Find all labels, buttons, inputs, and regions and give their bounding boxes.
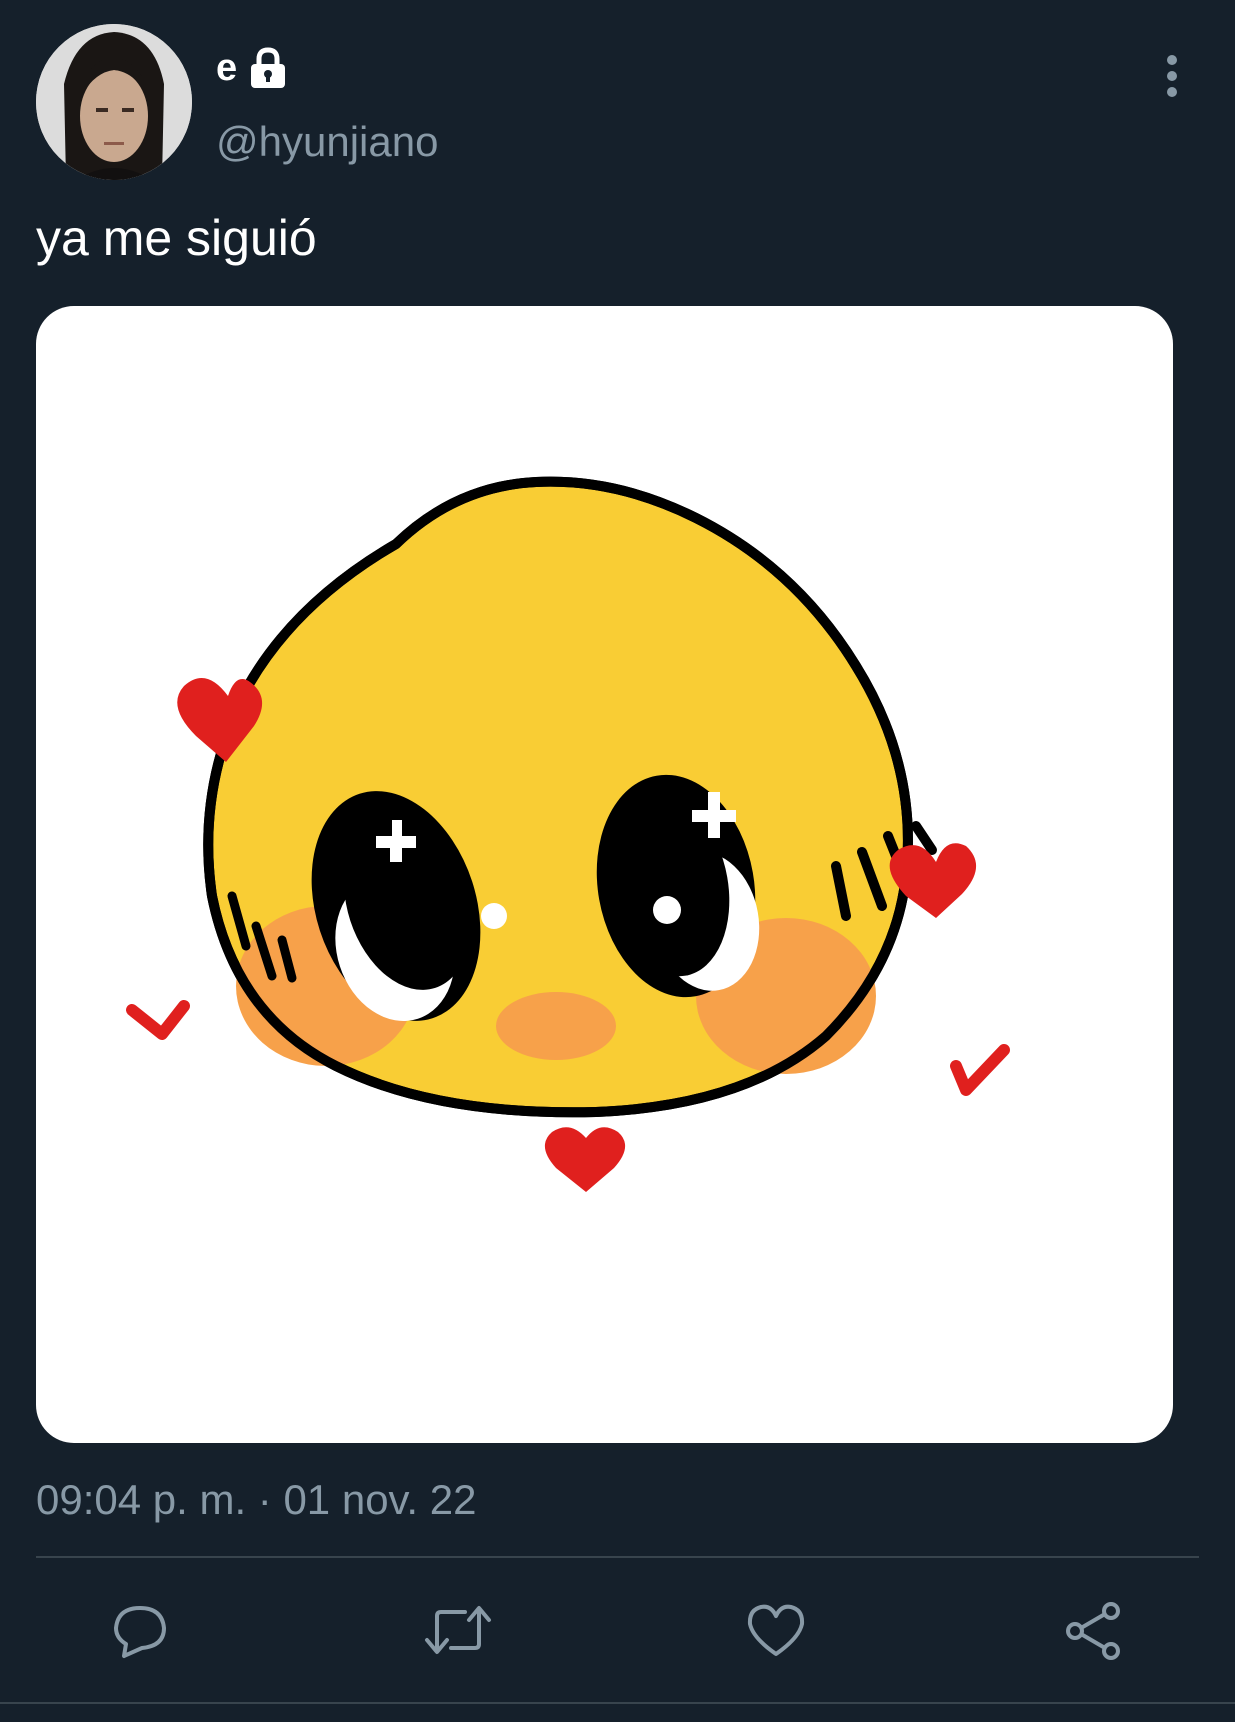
speech-bubble-icon bbox=[114, 1606, 166, 1658]
share-button[interactable] bbox=[1056, 1592, 1132, 1668]
retweet-button[interactable] bbox=[420, 1592, 496, 1668]
divider bbox=[36, 1556, 1199, 1558]
like-button[interactable] bbox=[738, 1592, 814, 1668]
tweet-text: ya me siguió bbox=[36, 210, 317, 266]
display-name-text: e bbox=[216, 47, 238, 89]
profile-photo bbox=[36, 24, 192, 180]
pleading-face-emoji-image bbox=[126, 476, 1010, 1192]
tweet-media-image[interactable] bbox=[36, 306, 1173, 1443]
user-handle[interactable]: @hyunjiano bbox=[216, 116, 438, 168]
share-icon bbox=[1066, 1602, 1120, 1660]
bottom-divider bbox=[0, 1702, 1235, 1704]
avatar[interactable] bbox=[36, 24, 192, 180]
tweet-timestamp[interactable]: 09:04 p. m. · 01 nov. 22 bbox=[36, 1472, 477, 1528]
tweet-actions-bar bbox=[0, 1592, 1235, 1668]
heart-icon bbox=[747, 1604, 805, 1656]
display-name[interactable]: e bbox=[216, 44, 291, 92]
more-options-icon[interactable] bbox=[1148, 48, 1196, 104]
reply-button[interactable] bbox=[102, 1592, 178, 1668]
lock-icon bbox=[245, 45, 291, 91]
retweet-icon bbox=[425, 1606, 491, 1654]
